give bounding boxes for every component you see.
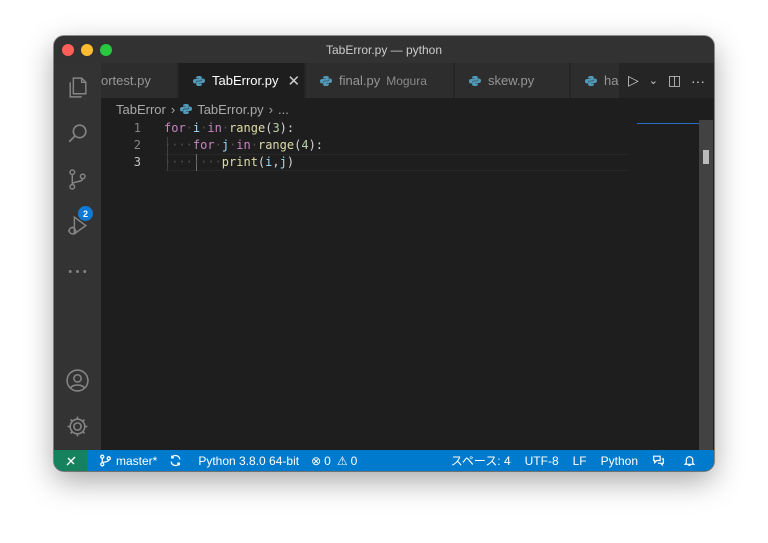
tab-final[interactable]: final.py Mogura <box>306 63 454 98</box>
close-window-button[interactable] <box>62 44 74 56</box>
encoding-indicator[interactable]: UTF-8 <box>525 454 559 468</box>
tab-description: Mogura <box>386 73 427 88</box>
settings-gear-icon[interactable] <box>65 414 90 439</box>
tab-label: ortest.py <box>101 73 151 88</box>
python-interpreter[interactable]: Python 3.8.0 64-bit <box>198 454 299 468</box>
code-line: 3 ········print(i,j) <box>101 154 681 171</box>
minimap-viewport <box>637 123 699 124</box>
code-line-text: ········print(i,j) <box>164 155 295 169</box>
python-file-icon <box>585 75 597 86</box>
code-line: 2 ····for·j·in·range(4): <box>101 137 681 154</box>
title-bar: TabError.py — python <box>54 36 714 63</box>
vertical-scrollbar[interactable] <box>699 120 713 450</box>
line-number: 2 <box>133 138 141 152</box>
branch-name: master* <box>116 453 158 468</box>
python-file-icon <box>193 75 205 86</box>
breadcrumb-trail[interactable]: ... <box>278 102 289 117</box>
editor-tabs: ortest.py TabError.py ✕ final.py Mogura … <box>101 63 714 98</box>
remote-indicator[interactable] <box>54 450 87 471</box>
more-icon[interactable] <box>65 259 90 284</box>
code-line-text: ····for·j·in·range(4): <box>164 138 324 152</box>
language-mode[interactable]: Python <box>601 454 638 468</box>
minimize-window-button[interactable] <box>81 44 93 56</box>
warning-icon: ⚠ <box>336 453 348 468</box>
explorer-icon[interactable] <box>65 75 90 100</box>
code-editor[interactable]: 1 for·i·in·range(3): 2 ····for·j·in·rang… <box>101 120 714 450</box>
search-icon[interactable] <box>65 121 90 146</box>
scrollbar-cursor-marker <box>703 150 709 164</box>
line-number: 3 <box>133 155 141 169</box>
tab-close-icon[interactable]: ✕ <box>287 72 300 90</box>
interpreter-label: Python 3.8.0 64-bit <box>198 453 300 468</box>
more-actions-icon[interactable]: ··· <box>691 73 705 89</box>
status-bar-right: スペース: 4 UTF-8 LF Python <box>451 450 714 471</box>
language-label: Python <box>600 453 638 468</box>
code-line-text: for·i·in·range(3): <box>164 121 295 135</box>
editor-actions: ▷ ⌄ ◫ ··· <box>619 63 714 98</box>
python-file-icon <box>180 104 193 114</box>
chevron-right-icon: › <box>170 101 176 117</box>
account-icon[interactable] <box>65 368 90 393</box>
eol-label: LF <box>572 453 587 468</box>
tab-skew[interactable]: skew.py <box>455 63 570 98</box>
code-line: 1 for·i·in·range(3): <box>101 120 681 137</box>
indentation-indicator[interactable]: スペース: 4 <box>451 452 511 469</box>
notifications-button[interactable] <box>683 454 700 467</box>
run-debug-icon[interactable] <box>65 213 90 238</box>
breadcrumb-file[interactable]: TabError.py <box>197 102 263 117</box>
tab-label: TabError.py <box>212 73 279 88</box>
breadcrumb-folder[interactable]: TabError <box>116 102 166 117</box>
eol-indicator[interactable]: LF <box>573 454 587 468</box>
activity-bar: 2 <box>54 63 101 450</box>
breadcrumb: TabError › TabError.py › ... <box>101 98 701 120</box>
remote-icon <box>66 456 75 465</box>
warning-count: 0 <box>350 453 358 468</box>
chevron-down-icon[interactable]: ⌄ <box>649 74 658 87</box>
vscode-window: TabError.py — python 2 ortest.py TabErro… <box>54 36 714 471</box>
status-bar: master* Python 3.8.0 64-bit ⊗ 0 ⚠ 0 スペース… <box>54 450 714 471</box>
sync-button[interactable] <box>169 454 186 467</box>
indent-label: スペース: 4 <box>450 454 511 468</box>
tab-label: final.py <box>339 73 381 88</box>
chevron-right-icon: › <box>268 101 274 117</box>
branch-indicator[interactable]: master* <box>99 454 157 468</box>
feedback-button[interactable] <box>652 454 669 467</box>
error-count: 0 <box>324 453 331 468</box>
feedback-icon <box>653 455 664 467</box>
tab-taberror[interactable]: TabError.py ✕ <box>179 63 305 98</box>
window-title: TabError.py — python <box>325 42 443 57</box>
source-control-icon[interactable] <box>65 167 90 192</box>
sync-icon <box>170 454 181 467</box>
git-branch-icon <box>100 454 111 467</box>
tab-label: ha <box>604 73 619 88</box>
python-file-icon <box>469 75 481 86</box>
bell-icon <box>683 456 696 466</box>
tab-label: skew.py <box>488 73 535 88</box>
tab-ortest[interactable]: ortest.py <box>101 63 178 98</box>
python-file-icon <box>320 75 332 86</box>
encoding-label: UTF-8 <box>524 453 559 468</box>
run-icon[interactable]: ▷ <box>628 72 639 89</box>
problems-indicator[interactable]: ⊗ 0 ⚠ 0 <box>311 454 357 468</box>
split-editor-icon[interactable]: ◫ <box>668 72 681 89</box>
line-number: 1 <box>133 121 141 135</box>
zoom-window-button[interactable] <box>100 44 112 56</box>
error-icon: ⊗ <box>311 453 322 468</box>
